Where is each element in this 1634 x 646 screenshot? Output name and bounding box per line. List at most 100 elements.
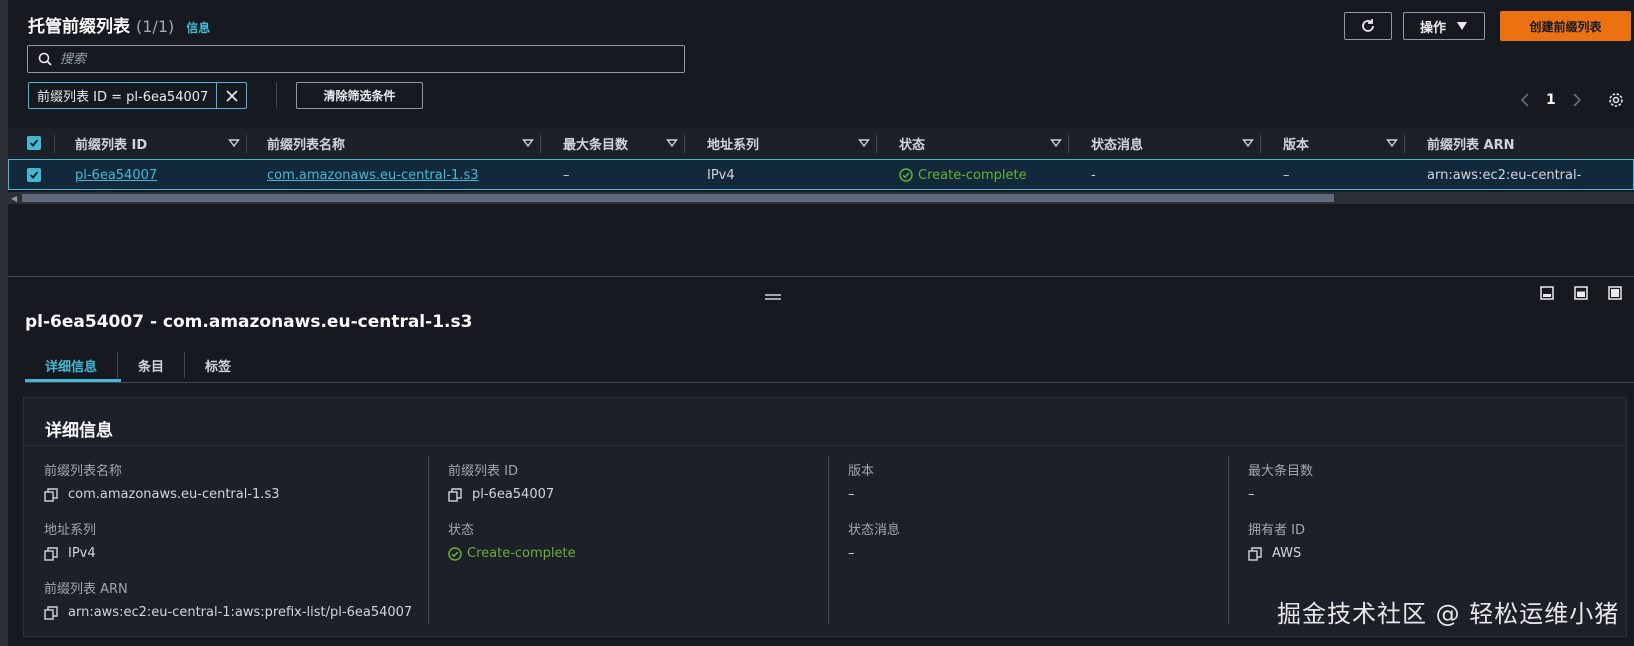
field-label: 拥有者 ID bbox=[1248, 523, 1305, 538]
copy-icon[interactable] bbox=[448, 487, 462, 502]
search-icon bbox=[38, 52, 52, 66]
scrollbar-thumb[interactable] bbox=[22, 194, 1334, 202]
tab-details[interactable]: 详细信息 bbox=[25, 352, 119, 378]
column-divider bbox=[684, 135, 685, 153]
column-header-name[interactable]: 前缀列表名称 bbox=[267, 128, 345, 158]
column-header-id[interactable]: 前缀列表 ID bbox=[75, 128, 147, 158]
chevron-right-icon[interactable] bbox=[1572, 93, 1582, 107]
table-row[interactable]: pl-6ea54007 com.amazonaws.eu-central-1.s… bbox=[8, 159, 1634, 190]
copy-icon[interactable] bbox=[44, 605, 58, 620]
prefix-list-table: 前缀列表 ID 前缀列表名称 最大条目数 地址系列 状态 状态消息 版本 前缀列… bbox=[8, 128, 1634, 192]
copy-icon[interactable] bbox=[44, 546, 58, 561]
checkmark-icon bbox=[29, 171, 39, 179]
cell-max-entries: – bbox=[563, 167, 570, 183]
column-header-status-message[interactable]: 状态消息 bbox=[1091, 128, 1143, 158]
actions-button[interactable]: 操作 bbox=[1403, 12, 1485, 40]
select-all-checkbox[interactable] bbox=[27, 128, 41, 158]
checkbox bbox=[27, 136, 41, 150]
field-owner-id: 拥有者 ID AWS bbox=[1248, 519, 1305, 561]
create-prefix-list-button[interactable]: 创建前缀列表 bbox=[1500, 11, 1631, 41]
column-divider bbox=[1404, 135, 1405, 153]
field-value: pl-6ea54007 bbox=[448, 487, 554, 502]
refresh-icon bbox=[1362, 19, 1374, 32]
max-entries-value: – bbox=[1248, 487, 1255, 502]
field-label: 地址系列 bbox=[44, 523, 97, 538]
filter-token: 前缀列表 ID = pl-6ea54007 bbox=[28, 82, 248, 109]
cell-address-family: IPv4 bbox=[707, 167, 735, 183]
page: 托管前缀列表 (1/1) 信息 操作 创建前缀列表 前缀列表 ID = pl-6… bbox=[0, 0, 1634, 646]
column-header-max-entries[interactable]: 最大条目数 bbox=[563, 128, 628, 158]
title-row: 托管前缀列表 (1/1) 信息 bbox=[28, 12, 210, 37]
split-divider[interactable] bbox=[8, 276, 1634, 277]
column-header-arn[interactable]: 前缀列表 ARN bbox=[1427, 128, 1514, 158]
field-prefix-list-name: 前缀列表名称 com.amazonaws.eu-central-1.s3 bbox=[44, 460, 280, 502]
prefix-list-name-link[interactable]: com.amazonaws.eu-central-1.s3 bbox=[267, 160, 479, 190]
field-value: com.amazonaws.eu-central-1.s3 bbox=[44, 487, 280, 502]
checkbox bbox=[27, 168, 41, 182]
owner-id-value: AWS bbox=[1272, 546, 1302, 561]
address-family-value: IPv4 bbox=[68, 546, 96, 561]
card-divider bbox=[24, 445, 1626, 446]
watermark: 掘金技术社区 @ 轻松运维小猪 bbox=[1277, 600, 1620, 628]
checkmark-icon bbox=[29, 139, 39, 147]
detail-tabs: 详细信息 条目 标签 bbox=[25, 348, 251, 382]
clear-filters-button[interactable]: 清除筛选条件 bbox=[296, 82, 423, 109]
row-checkbox[interactable] bbox=[27, 160, 41, 190]
refresh-button[interactable] bbox=[1344, 12, 1392, 40]
current-page[interactable]: 1 bbox=[1546, 92, 1556, 108]
success-icon bbox=[899, 168, 913, 182]
cell-status-message: - bbox=[1091, 167, 1096, 183]
cell-status-text: Create-complete bbox=[918, 167, 1027, 183]
column-divider bbox=[828, 456, 829, 624]
field-label: 最大条目数 bbox=[1248, 464, 1314, 479]
field-label: 前缀列表 ARN bbox=[44, 582, 128, 597]
column-divider bbox=[1228, 456, 1229, 624]
column-header-status[interactable]: 状态 bbox=[899, 128, 925, 158]
search-box[interactable] bbox=[27, 45, 685, 73]
search-input[interactable] bbox=[60, 51, 640, 67]
sort-down-icon[interactable] bbox=[522, 137, 534, 149]
field-label: 前缀列表名称 bbox=[44, 464, 123, 479]
field-version: 版本 – bbox=[848, 460, 874, 502]
field-status-message: 状态消息 – bbox=[848, 519, 900, 561]
scroll-left-icon[interactable]: ◀ bbox=[11, 194, 17, 203]
success-icon bbox=[448, 546, 462, 561]
tab-entries[interactable]: 条目 bbox=[118, 352, 186, 378]
field-prefix-list-arn: 前缀列表 ARN arn:aws:ec2:eu-central-1:aws:pr… bbox=[44, 578, 412, 620]
sort-down-icon[interactable] bbox=[1386, 137, 1398, 149]
column-header-address-family[interactable]: 地址系列 bbox=[707, 128, 759, 158]
column-divider bbox=[876, 135, 877, 153]
version-value: – bbox=[848, 487, 855, 502]
chevron-left-icon[interactable] bbox=[1520, 93, 1530, 107]
sort-down-icon[interactable] bbox=[666, 137, 678, 149]
panel-split-icon[interactable] bbox=[1574, 286, 1588, 300]
table-preferences-button[interactable] bbox=[1608, 92, 1624, 112]
filter-divider bbox=[276, 82, 277, 108]
tab-tags[interactable]: 标签 bbox=[185, 352, 251, 378]
sort-down-icon[interactable] bbox=[1242, 137, 1254, 149]
filter-token-label: 前缀列表 ID = pl-6ea54007 bbox=[37, 90, 209, 105]
panel-maximize-icon[interactable] bbox=[1608, 286, 1622, 300]
panel-minimize-icon[interactable] bbox=[1540, 286, 1554, 300]
sort-down-icon[interactable] bbox=[228, 137, 240, 149]
horizontal-scrollbar[interactable]: ◀ bbox=[8, 192, 1634, 204]
field-value: IPv4 bbox=[44, 546, 96, 561]
left-edge bbox=[0, 0, 8, 646]
column-header-version[interactable]: 版本 bbox=[1283, 128, 1309, 158]
sort-down-icon[interactable] bbox=[858, 137, 870, 149]
sort-down-icon[interactable] bbox=[1050, 137, 1062, 149]
page-title: 托管前缀列表 bbox=[28, 17, 130, 37]
copy-icon[interactable] bbox=[1248, 546, 1262, 561]
drag-handle-icon[interactable] bbox=[764, 290, 782, 305]
copy-icon[interactable] bbox=[44, 487, 58, 502]
field-label: 状态消息 bbox=[848, 523, 901, 538]
prefix-list-id-link[interactable]: pl-6ea54007 bbox=[75, 160, 157, 190]
status-value: Create-complete bbox=[467, 546, 576, 561]
remove-filter-button[interactable] bbox=[216, 83, 246, 108]
column-divider bbox=[246, 135, 247, 153]
prefix-list-name-value: com.amazonaws.eu-central-1.s3 bbox=[68, 487, 280, 502]
column-divider bbox=[1068, 135, 1069, 153]
panel-layout-controls bbox=[1540, 286, 1622, 300]
info-link[interactable]: 信息 bbox=[186, 19, 210, 36]
field-label: 状态 bbox=[448, 523, 475, 538]
